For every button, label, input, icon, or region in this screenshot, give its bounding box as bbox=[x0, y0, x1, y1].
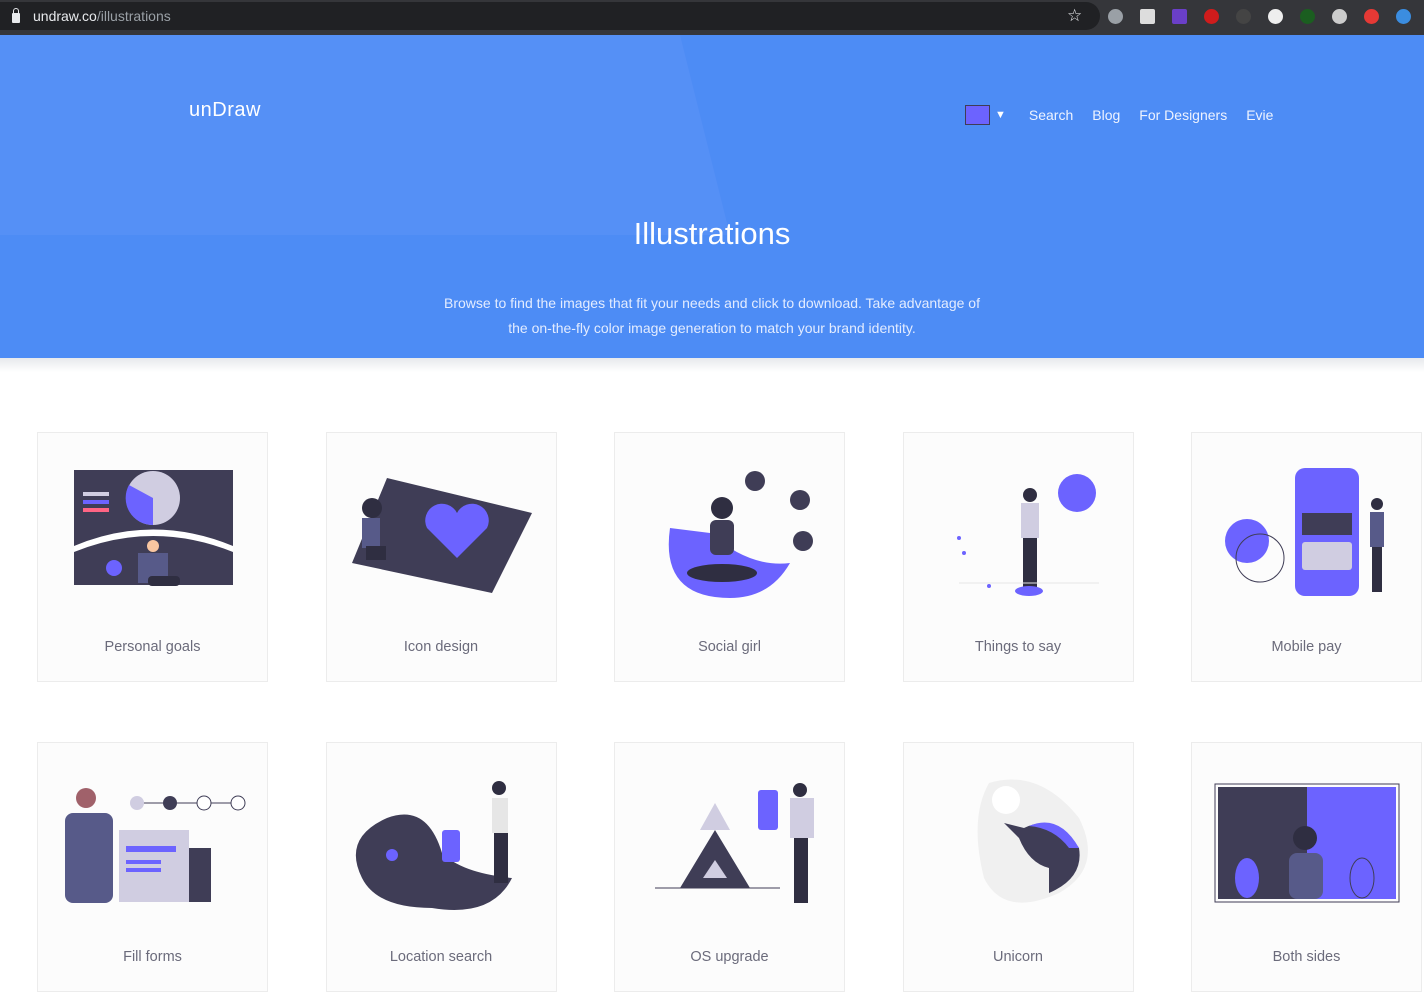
url-host: undraw.co bbox=[33, 8, 97, 24]
main-nav: ▼ Search Blog For Designers Evie bbox=[965, 105, 1292, 125]
location-search-illustration bbox=[355, 781, 512, 910]
os-upgrade-illustration bbox=[655, 783, 814, 903]
extension-grammarly-icon[interactable] bbox=[1204, 9, 1219, 24]
logo[interactable]: unDraw bbox=[189, 99, 261, 122]
illustration-title: Personal goals bbox=[104, 639, 201, 655]
nav-evie[interactable]: Evie bbox=[1246, 107, 1273, 123]
icon-design-illustration bbox=[351, 478, 532, 593]
extension-globe-icon[interactable] bbox=[1396, 9, 1411, 24]
illustration-card[interactable]: Icon design bbox=[325, 432, 557, 682]
url-path: /illustrations bbox=[96, 8, 171, 24]
page-title: Illustrations bbox=[633, 216, 791, 251]
extension-pen-icon[interactable] bbox=[1172, 9, 1187, 24]
both-sides-illustration bbox=[1214, 783, 1400, 903]
illustration-title: Things to say bbox=[974, 639, 1062, 655]
extension-green-icon[interactable] bbox=[1300, 9, 1315, 24]
illustration-title: Mobile pay bbox=[1271, 639, 1342, 655]
illustration-card[interactable]: Fill forms bbox=[37, 742, 268, 992]
color-picker-swatch[interactable] bbox=[965, 105, 990, 125]
subtitle-line-2: the on-the-fly color image generation to… bbox=[508, 320, 916, 336]
extension-layers-icon[interactable] bbox=[1236, 9, 1251, 24]
extension-doc-icon[interactable] bbox=[1140, 9, 1155, 24]
nav-blog[interactable]: Blog bbox=[1092, 107, 1120, 123]
things-to-say-illustration bbox=[956, 474, 1099, 596]
illustration-title: OS upgrade bbox=[690, 949, 769, 965]
unicorn-illustration bbox=[977, 779, 1088, 903]
subtitle-line-1: Browse to find the images that fit your … bbox=[444, 295, 980, 311]
illustration-card[interactable]: Unicorn bbox=[902, 742, 1134, 992]
address-bar[interactable]: undraw.co/illustrations bbox=[0, 2, 1100, 30]
page-subtitle: Browse to find the images that fit your … bbox=[0, 291, 1424, 341]
illustration-title: Fill forms bbox=[123, 949, 182, 965]
mobile-pay-illustration bbox=[1225, 468, 1384, 596]
lock-icon bbox=[12, 8, 20, 23]
fill-forms-illustration bbox=[65, 788, 246, 903]
illustration-card[interactable]: Both sides bbox=[1191, 742, 1422, 992]
illustration-title: Both sides bbox=[1272, 949, 1341, 965]
extension-power-icon[interactable] bbox=[1364, 9, 1379, 24]
browser-toolbar: undraw.co/illustrations ☆ bbox=[0, 0, 1424, 35]
illustration-card[interactable]: Location search bbox=[325, 742, 557, 992]
illustration-title: Icon design bbox=[403, 639, 479, 655]
illustration-title: Unicorn bbox=[993, 949, 1043, 965]
nav-search[interactable]: Search bbox=[1029, 107, 1073, 123]
illustration-title: Location search bbox=[389, 949, 493, 965]
bookmark-star-icon[interactable]: ☆ bbox=[1067, 6, 1082, 26]
illustration-card[interactable]: OS upgrade bbox=[614, 742, 845, 992]
illustration-card[interactable]: Social girl bbox=[614, 432, 845, 682]
illustration-card[interactable]: Things to say bbox=[902, 432, 1134, 682]
hero-banner: unDraw ▼ Search Blog For Designers Evie … bbox=[0, 35, 1424, 358]
extension-clock-icon[interactable] bbox=[1332, 9, 1347, 24]
illustration-card[interactable]: Personal goals bbox=[37, 432, 268, 682]
illustration-grid: Personal goals Icon design Social girl T… bbox=[37, 432, 1422, 992]
extension-circle-icon[interactable] bbox=[1268, 9, 1283, 24]
illustration-title: Social girl bbox=[698, 639, 761, 655]
illustration-card[interactable]: Mobile pay bbox=[1191, 432, 1422, 682]
personal-goals-illustration bbox=[74, 470, 233, 586]
chevron-down-icon[interactable]: ▼ bbox=[995, 109, 1006, 121]
social-girl-illustration bbox=[668, 471, 813, 598]
extension-drive-icon[interactable] bbox=[1108, 9, 1123, 24]
nav-for-designers[interactable]: For Designers bbox=[1139, 107, 1227, 123]
